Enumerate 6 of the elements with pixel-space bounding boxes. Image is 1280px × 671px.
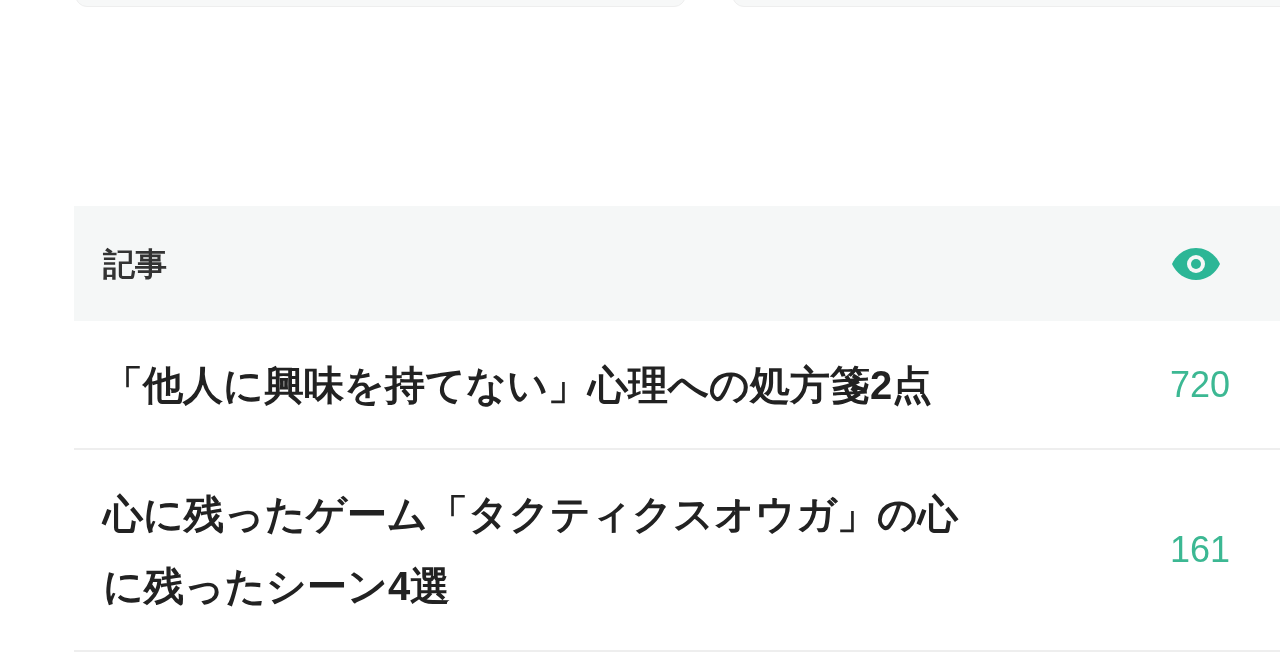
- article-title[interactable]: 心に残ったゲーム「タクティクスオウガ」の心に残ったシーン4選: [103, 478, 973, 622]
- column-heading: 記事: [103, 244, 167, 284]
- eye-icon: [1171, 246, 1221, 281]
- view-count: 161: [1169, 528, 1230, 572]
- article-title[interactable]: 「他人に興味を持てない」心理への処方箋2点: [103, 348, 973, 421]
- view-count: 720: [1169, 362, 1230, 407]
